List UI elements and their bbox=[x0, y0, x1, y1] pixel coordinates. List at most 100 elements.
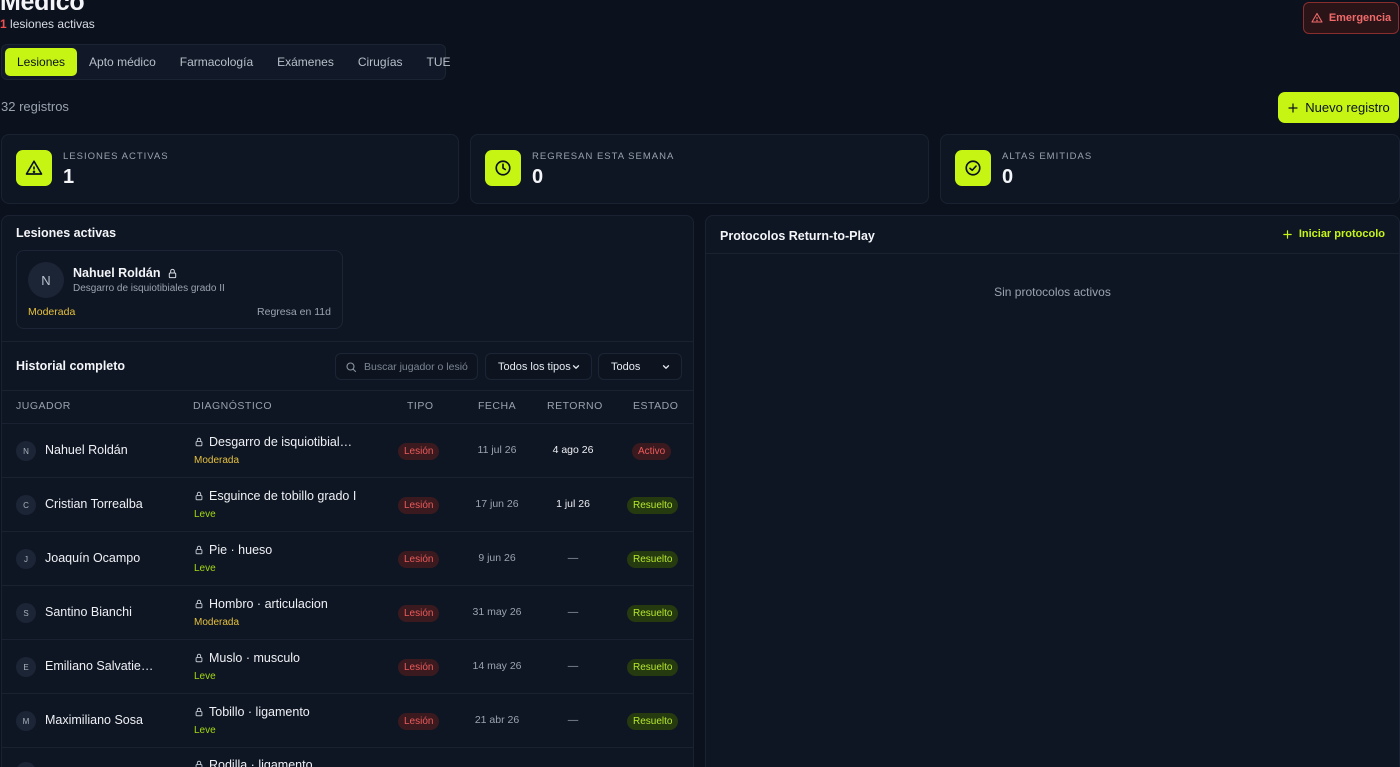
row-return: 1 jul 26 bbox=[556, 498, 590, 510]
table-row[interactable]: S Santino Bianchi Hombro · articulacion … bbox=[2, 585, 693, 639]
tab-lesiones[interactable]: Lesiones bbox=[5, 48, 78, 76]
table-row[interactable]: Rodilla · ligamento bbox=[2, 747, 693, 767]
row-return: 4 ago 26 bbox=[552, 444, 594, 456]
player-name: Nahuel Roldán bbox=[73, 266, 161, 280]
stat-card-discharges: ALTAS EMITIDAS 0 bbox=[940, 134, 1400, 204]
row-player: Cristian Torrealba bbox=[45, 497, 143, 511]
avatar: N bbox=[16, 441, 36, 461]
table-row[interactable]: E Emiliano Salvatie… Muslo · musculo Lev… bbox=[2, 639, 693, 693]
type-badge: Lesión bbox=[398, 659, 440, 676]
search-input[interactable] bbox=[364, 360, 474, 373]
row-date: 17 jun 26 bbox=[475, 498, 519, 510]
status-badge: Resuelto bbox=[627, 659, 679, 676]
avatar: J bbox=[16, 549, 36, 569]
lock-icon bbox=[194, 599, 204, 609]
row-diagnosis: Muslo · musculo bbox=[194, 651, 300, 665]
avatar: S bbox=[16, 603, 36, 623]
tab-farmacologia[interactable]: Farmacología bbox=[168, 48, 265, 76]
lock-icon bbox=[194, 760, 204, 767]
chevron-down-icon bbox=[571, 362, 581, 372]
table-row[interactable]: N Nahuel Roldán Desgarro de isquiotibial… bbox=[2, 423, 693, 477]
stat-value: 0 bbox=[532, 166, 544, 188]
row-severity: Leve bbox=[194, 725, 216, 736]
row-severity: Leve bbox=[194, 563, 216, 574]
status-badge: Resuelto bbox=[627, 605, 679, 622]
active-injury-return: Regresa en 11d bbox=[257, 306, 331, 318]
stat-value: 0 bbox=[1002, 166, 1014, 188]
row-player: Nahuel Roldán bbox=[45, 443, 128, 457]
status-badge: Resuelto bbox=[627, 713, 679, 730]
row-diagnosis-text: Desgarro de isquiotibial… bbox=[209, 435, 353, 449]
type-filter-value: Todos los tipos bbox=[498, 360, 571, 373]
column-header-return: RETORNO bbox=[547, 400, 603, 412]
row-date: 9 jun 26 bbox=[478, 552, 516, 564]
chevron-down-icon bbox=[661, 362, 671, 372]
stat-card-active-injuries: LESIONES ACTIVAS 1 bbox=[1, 134, 459, 204]
type-badge: Lesión bbox=[398, 551, 440, 568]
protocols-panel: Protocolos Return-to-Play Iniciar protoc… bbox=[705, 215, 1400, 767]
active-injury-diagnosis: Desgarro de isquiotibiales grado II bbox=[73, 283, 225, 294]
row-date: 31 may 26 bbox=[472, 606, 522, 618]
state-filter-select[interactable]: Todos bbox=[598, 353, 682, 380]
active-injury-severity: Moderada bbox=[28, 306, 76, 318]
section-tabs: Lesiones Apto médico Farmacología Exámen… bbox=[1, 44, 451, 80]
avatar: E bbox=[16, 657, 36, 677]
warning-icon bbox=[16, 150, 52, 186]
type-badge: Lesión bbox=[398, 605, 440, 622]
protocols-title: Protocolos Return-to-Play bbox=[720, 229, 875, 243]
row-severity: Moderada bbox=[194, 617, 240, 628]
stat-label: REGRESAN ESTA SEMANA bbox=[532, 151, 675, 162]
row-diagnosis-text: Rodilla · ligamento bbox=[209, 758, 313, 767]
active-count: 1 bbox=[0, 17, 7, 31]
lock-icon bbox=[194, 491, 204, 501]
row-diagnosis: Desgarro de isquiotibial… bbox=[194, 435, 352, 449]
divider bbox=[706, 253, 1399, 254]
warning-icon bbox=[1311, 12, 1323, 24]
row-diagnosis: Pie · hueso bbox=[194, 543, 272, 557]
avatar: C bbox=[16, 495, 36, 515]
column-header-type: TIPO bbox=[407, 400, 434, 412]
table-row[interactable]: J Joaquín Ocampo Pie · hueso Leve Lesión… bbox=[2, 531, 693, 585]
lock-icon bbox=[194, 437, 204, 447]
tab-cirugias[interactable]: Cirugías bbox=[346, 48, 415, 76]
table-row[interactable]: M Maximiliano Sosa Tobillo · ligamento L… bbox=[2, 693, 693, 747]
tab-examenes[interactable]: Exámenes bbox=[265, 48, 346, 76]
row-return: — bbox=[567, 660, 579, 672]
check-circle-icon bbox=[955, 150, 991, 186]
row-diagnosis-text: Hombro · articulacion bbox=[209, 597, 328, 611]
row-date: 14 may 26 bbox=[472, 660, 522, 672]
emergency-button[interactable]: Emergencia bbox=[1303, 2, 1399, 34]
row-return: — bbox=[567, 606, 579, 618]
row-date: 11 jul 26 bbox=[477, 444, 517, 456]
avatar: N bbox=[28, 262, 64, 298]
history-title: Historial completo bbox=[16, 359, 126, 373]
start-protocol-button[interactable]: Iniciar protocolo bbox=[1282, 228, 1385, 240]
lock-icon bbox=[194, 545, 204, 555]
row-diagnosis-text: Esguince de tobillo grado I bbox=[209, 489, 357, 503]
table-row[interactable]: C Cristian Torrealba Esguince de tobillo… bbox=[2, 477, 693, 531]
row-diagnosis-text: Tobillo · ligamento bbox=[209, 705, 310, 719]
column-header-date: FECHA bbox=[478, 400, 517, 412]
active-injury-card[interactable]: N Nahuel Roldán Desgarro de isquiotibial… bbox=[16, 250, 343, 329]
lock-icon bbox=[194, 653, 204, 663]
column-header-state: ESTADO bbox=[633, 400, 679, 412]
column-header-diagnosis: DIAGNÓSTICO bbox=[193, 400, 273, 412]
injuries-panel: Lesiones activas N Nahuel Roldán Desgarr… bbox=[1, 215, 694, 767]
stat-card-returning-week: REGRESAN ESTA SEMANA 0 bbox=[470, 134, 929, 204]
start-protocol-label: Iniciar protocolo bbox=[1298, 228, 1385, 240]
new-record-button[interactable]: Nuevo registro bbox=[1278, 92, 1399, 123]
row-diagnosis-text: Pie · hueso bbox=[209, 543, 273, 557]
tab-tue[interactable]: TUE bbox=[415, 48, 463, 76]
stat-label: ALTAS EMITIDAS bbox=[1002, 151, 1093, 162]
page-title: Médico bbox=[0, 0, 85, 16]
row-return: — bbox=[567, 714, 579, 726]
avatar bbox=[16, 762, 36, 767]
row-player: Emiliano Salvatie… bbox=[45, 659, 154, 673]
row-diagnosis: Esguince de tobillo grado I bbox=[194, 489, 356, 503]
type-badge: Lesión bbox=[398, 497, 440, 514]
tab-apto-medico[interactable]: Apto médico bbox=[77, 48, 168, 76]
type-filter-select[interactable]: Todos los tipos bbox=[485, 353, 592, 380]
search-field[interactable] bbox=[335, 353, 478, 380]
row-player: Santino Bianchi bbox=[45, 605, 132, 619]
page-subtitle: 1 lesiones activas bbox=[0, 17, 95, 31]
